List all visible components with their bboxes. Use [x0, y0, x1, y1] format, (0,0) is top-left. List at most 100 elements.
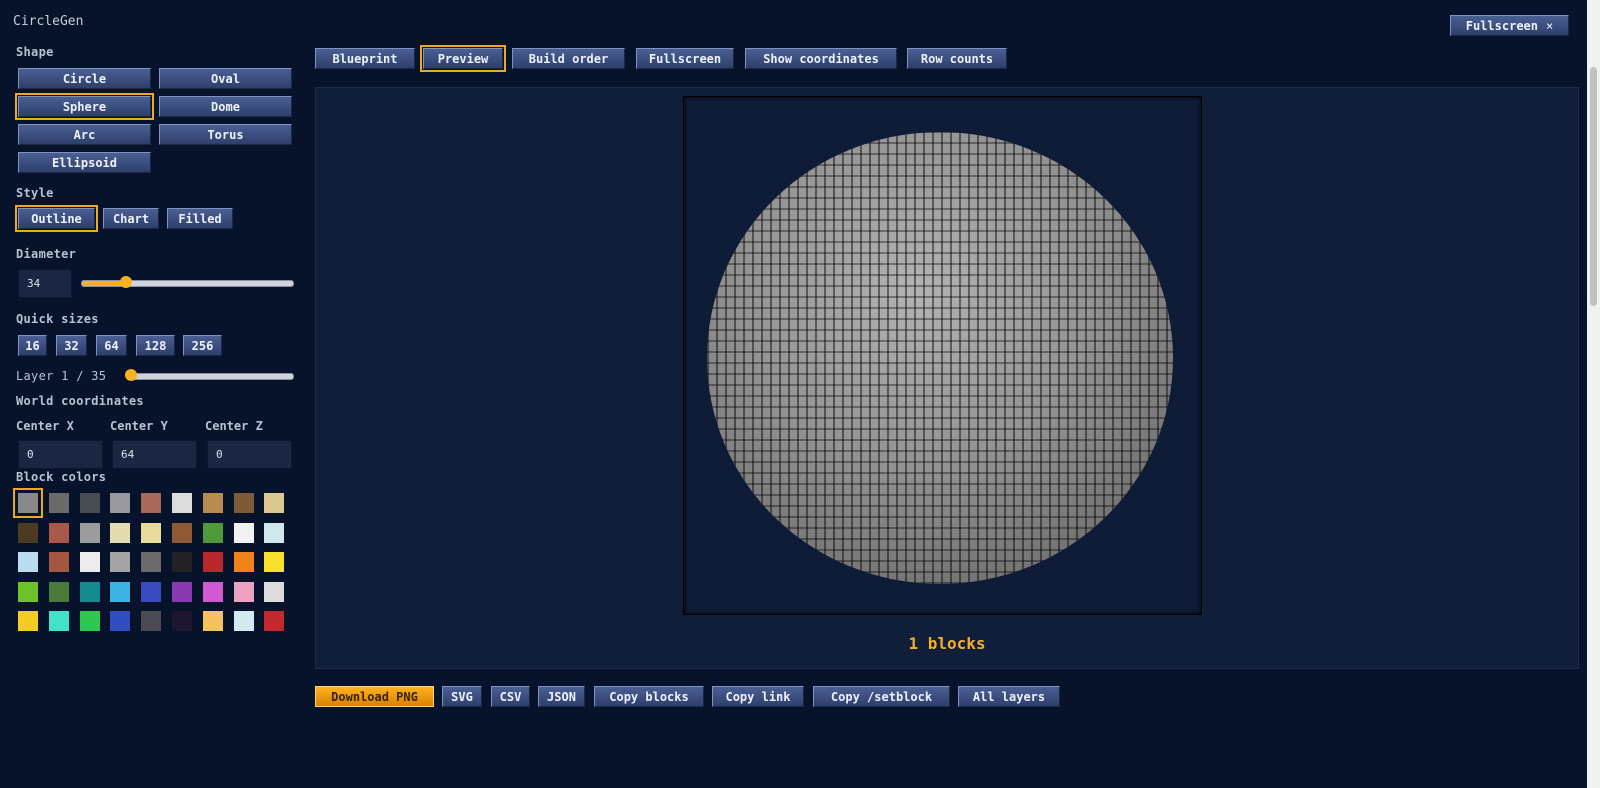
tab-fullscreen[interactable]: Fullscreen — [636, 48, 734, 69]
color-swatch[interactable] — [79, 522, 100, 543]
color-swatch[interactable] — [110, 552, 131, 573]
color-swatch[interactable] — [141, 581, 162, 602]
color-swatch[interactable] — [233, 522, 254, 543]
quick-size-64[interactable]: 64 — [96, 335, 127, 356]
color-swatch[interactable] — [110, 493, 131, 513]
tab-preview[interactable]: Preview — [420, 45, 506, 72]
world-coordinates-label: World coordinates — [16, 394, 144, 408]
color-swatch[interactable] — [18, 581, 38, 602]
tab-show-coordinates[interactable]: Show coordinates — [745, 48, 897, 69]
color-swatch[interactable] — [18, 611, 38, 632]
color-swatch[interactable] — [172, 581, 192, 602]
color-swatch[interactable] — [79, 493, 100, 513]
close-icon[interactable]: × — [1546, 19, 1553, 33]
page-scrollbar[interactable] — [1587, 0, 1600, 788]
style-button-outline[interactable]: Outline — [15, 205, 98, 232]
download-png-button[interactable]: Download PNG — [315, 686, 434, 707]
color-swatch[interactable] — [202, 611, 223, 632]
quick-size-256[interactable]: 256 — [183, 335, 222, 356]
diameter-slider[interactable] — [81, 276, 294, 288]
shape-label: Shape — [16, 45, 54, 59]
color-swatch[interactable] — [48, 581, 69, 602]
tab-build-order[interactable]: Build order — [512, 48, 625, 69]
diameter-input[interactable]: 34 — [18, 269, 72, 298]
color-swatch[interactable] — [233, 493, 254, 513]
layer-label: Layer 1 / 35 — [16, 369, 107, 383]
color-swatch[interactable] — [48, 493, 69, 513]
color-swatch[interactable] — [18, 522, 38, 543]
svg-button[interactable]: SVG — [442, 686, 482, 707]
quick-size-16[interactable]: 16 — [18, 335, 47, 356]
quick-size-32[interactable]: 32 — [56, 335, 87, 356]
color-swatch[interactable] — [202, 581, 223, 602]
color-swatch[interactable] — [141, 552, 162, 573]
quick-size-128[interactable]: 128 — [136, 335, 175, 356]
block-count: 1 blocks — [908, 634, 986, 653]
color-swatch[interactable] — [48, 552, 69, 573]
color-swatch[interactable] — [48, 522, 69, 543]
style-button-chart[interactable]: Chart — [103, 208, 159, 229]
shape-button-arc[interactable]: Arc — [18, 124, 151, 145]
color-swatch[interactable] — [172, 522, 192, 543]
top-fullscreen-button[interactable]: Fullscreen × — [1450, 15, 1569, 36]
csv-button[interactable]: CSV — [491, 686, 530, 707]
color-swatch[interactable] — [18, 552, 38, 573]
center-x-label: Center X — [16, 419, 74, 433]
preview-viewport[interactable] — [683, 96, 1202, 615]
shape-button-torus[interactable]: Torus — [159, 124, 292, 145]
center-y-label: Center Y — [110, 419, 168, 433]
quick-sizes-label: Quick sizes — [16, 312, 99, 326]
color-swatch[interactable] — [79, 611, 100, 632]
center-y-input[interactable]: 64 — [112, 440, 197, 469]
layer-slider-thumb[interactable] — [125, 369, 137, 381]
tab-blueprint[interactable]: Blueprint — [315, 48, 415, 69]
tab-row-counts[interactable]: Row counts — [907, 48, 1007, 69]
scrollbar-thumb[interactable] — [1590, 67, 1597, 306]
all-layers-button[interactable]: All layers — [958, 686, 1060, 707]
color-swatch[interactable] — [79, 581, 100, 602]
color-swatch[interactable] — [233, 611, 254, 632]
copy-blocks-button[interactable]: Copy blocks — [594, 686, 704, 707]
color-swatch[interactable] — [141, 611, 162, 632]
copy-setblock-button[interactable]: Copy /setblock — [813, 686, 950, 707]
style-label: Style — [16, 186, 54, 200]
layer-slider[interactable] — [125, 369, 294, 381]
color-swatch[interactable] — [141, 522, 162, 543]
diameter-slider-thumb[interactable] — [120, 276, 133, 288]
color-swatch[interactable] — [172, 611, 192, 632]
color-swatch[interactable] — [264, 611, 285, 632]
color-swatch[interactable] — [13, 488, 43, 518]
color-swatch[interactable] — [141, 493, 162, 513]
json-button[interactable]: JSON — [538, 686, 585, 707]
color-swatch[interactable] — [202, 493, 223, 513]
color-swatch[interactable] — [110, 581, 131, 602]
color-swatch[interactable] — [110, 522, 131, 543]
sphere-render — [707, 132, 1173, 584]
color-swatch[interactable] — [233, 581, 254, 602]
block-colors-label: Block colors — [16, 470, 107, 484]
color-swatch[interactable] — [264, 493, 285, 513]
copy-link-button[interactable]: Copy link — [712, 686, 804, 707]
color-swatch[interactable] — [264, 552, 285, 573]
color-swatch[interactable] — [233, 552, 254, 573]
color-swatch[interactable] — [172, 493, 192, 513]
color-swatch[interactable] — [79, 552, 100, 573]
color-swatch[interactable] — [48, 611, 69, 632]
shape-button-circle[interactable]: Circle — [18, 68, 151, 89]
center-z-label: Center Z — [205, 419, 263, 433]
shape-button-dome[interactable]: Dome — [159, 96, 292, 117]
shape-button-sphere[interactable]: Sphere — [15, 93, 154, 120]
style-button-filled[interactable]: Filled — [167, 208, 233, 229]
color-swatch[interactable] — [264, 522, 285, 543]
center-z-input[interactable]: 0 — [207, 440, 292, 469]
shape-button-ellipsoid[interactable]: Ellipsoid — [18, 152, 151, 173]
top-fullscreen-label: Fullscreen — [1465, 18, 1538, 33]
color-swatch[interactable] — [264, 581, 285, 602]
color-swatch[interactable] — [172, 552, 192, 573]
color-swatch[interactable] — [202, 522, 223, 543]
color-swatch[interactable] — [202, 552, 223, 573]
color-swatch[interactable] — [110, 611, 131, 632]
shape-button-oval[interactable]: Oval — [159, 68, 292, 89]
center-x-input[interactable]: 0 — [18, 440, 103, 469]
diameter-label: Diameter — [16, 247, 77, 261]
